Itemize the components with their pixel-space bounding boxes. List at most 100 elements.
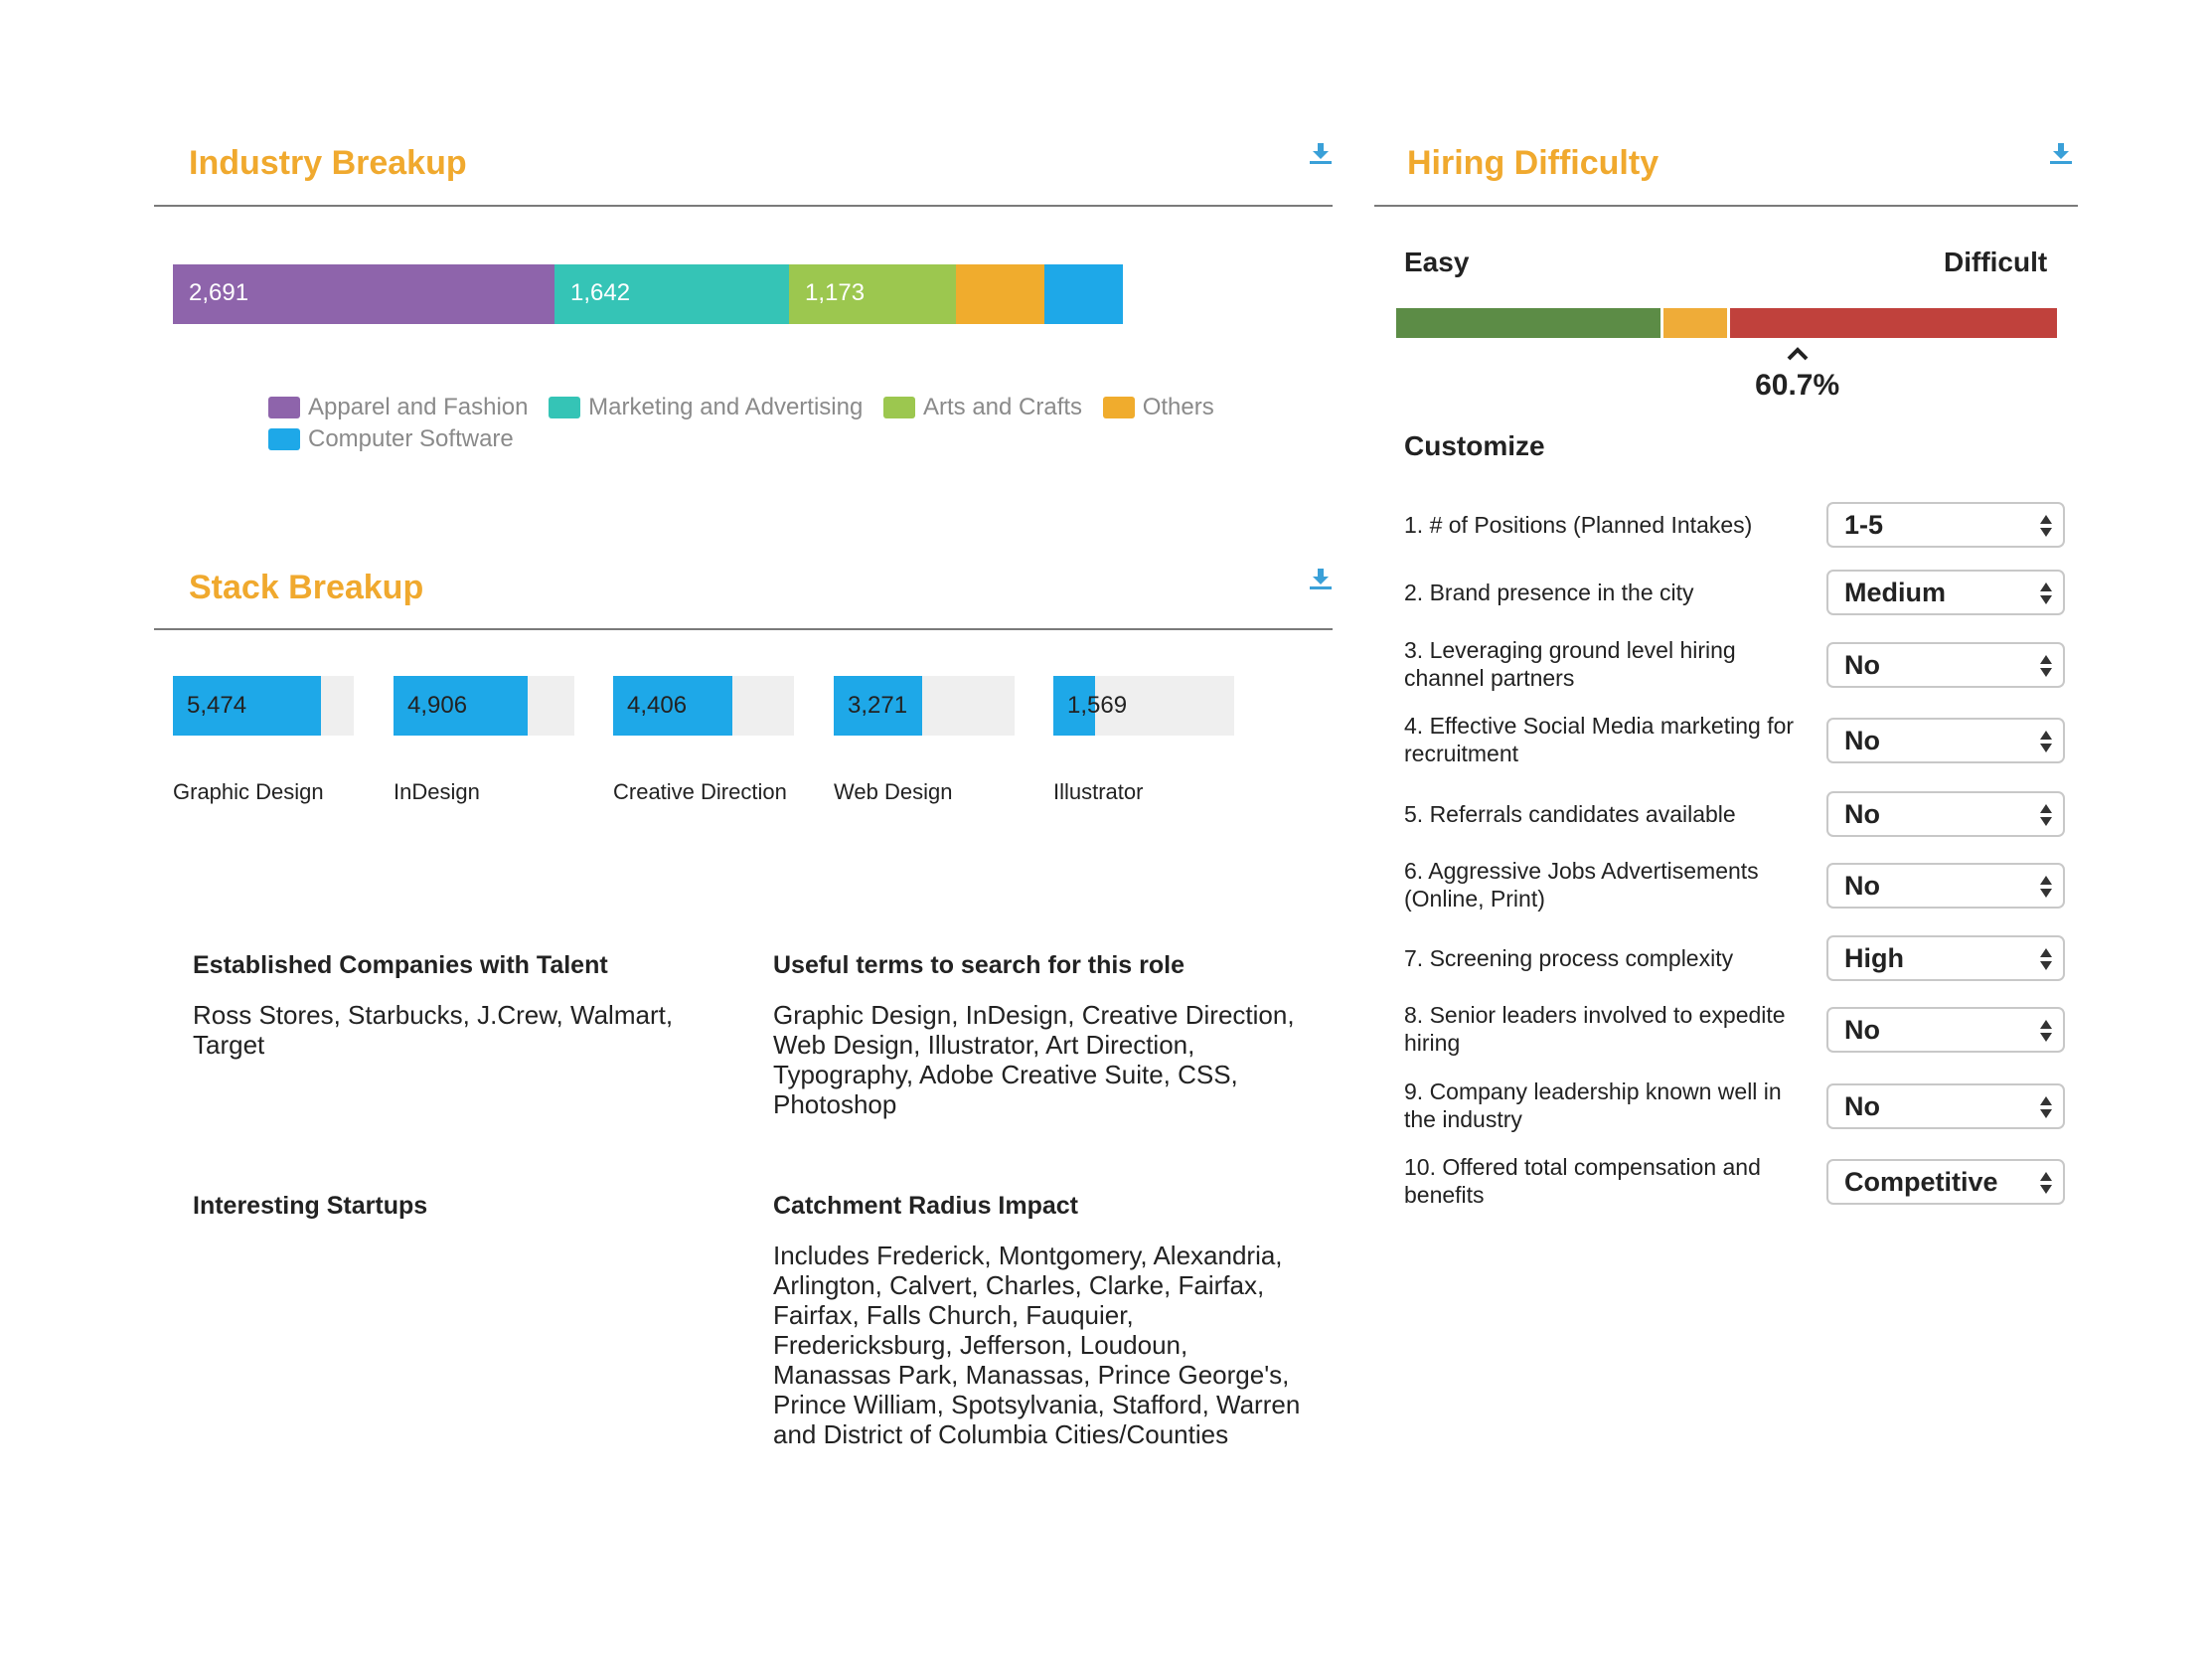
question-label: 3. Leveraging ground level hiring channe…: [1404, 637, 1736, 691]
catchment-radius-title: Catchment Radius Impact: [773, 1192, 1079, 1220]
select-arrows-icon: [2040, 731, 2052, 752]
question-label: 8. Senior leaders involved to expedite h…: [1404, 1002, 1786, 1056]
catchment-radius-text: Includes Frederick, Montgomery, Alexandr…: [773, 1241, 1301, 1449]
industry-breakup-title: Industry Breakup: [189, 144, 467, 182]
stack-breakup-title: Stack Breakup: [189, 569, 424, 606]
select-value: High: [1844, 943, 1904, 973]
industry-divider: [154, 205, 1333, 207]
question-label: 6. Aggressive Jobs Advertisements (Onlin…: [1404, 858, 1759, 912]
hiring-download-button[interactable]: [2050, 141, 2072, 170]
industry-segment-arts[interactable]: 1,173: [789, 264, 956, 324]
difficulty-scale-medium: [1663, 308, 1727, 338]
industry-segment-marketing[interactable]: 1,642: [554, 264, 789, 324]
established-companies-text: Ross Stores, Starbucks, J.Crew, Walmart,…: [193, 1000, 674, 1060]
stack-download-button[interactable]: [1310, 567, 1332, 595]
select-arrows-icon: [2040, 876, 2052, 898]
legend-item-marketing[interactable]: Marketing and Advertising: [549, 394, 863, 421]
stack-bar-value: 4,906: [407, 692, 468, 719]
stack-item: 5,474 Graphic Design: [173, 676, 354, 805]
select-value: 1-5: [1844, 510, 1884, 540]
legend-swatch: [549, 397, 581, 418]
difficulty-scale: [1396, 308, 2057, 338]
download-icon: [1310, 143, 1332, 164]
brand-presence-select[interactable]: Medium: [1826, 570, 2065, 615]
legend-item-software[interactable]: Computer Software: [268, 425, 514, 453]
job-ads-select[interactable]: No: [1826, 863, 2065, 909]
stack-bar-value: 4,406: [627, 692, 688, 719]
screening-complexity-select[interactable]: High: [1826, 935, 2065, 981]
select-arrows-icon: [2040, 948, 2052, 970]
difficulty-scale-easy: [1396, 308, 1660, 338]
question-label: 7. Screening process complexity: [1404, 945, 1734, 971]
select-value: No: [1844, 1015, 1880, 1045]
stack-bar[interactable]: 1,569: [1053, 676, 1234, 736]
legend-label: Arts and Crafts: [922, 394, 1083, 420]
stack-bar-label: InDesign: [394, 779, 480, 804]
stack-divider: [154, 628, 1333, 630]
stack-bar[interactable]: 4,406: [613, 676, 794, 736]
question-label: 4. Effective Social Media marketing for …: [1404, 713, 1795, 766]
stack-bar[interactable]: 4,906: [394, 676, 574, 736]
industry-segment-software[interactable]: [1044, 264, 1123, 324]
difficulty-percent: 60.7%: [1755, 369, 1840, 402]
stack-item: 4,406 Creative Direction: [613, 676, 794, 805]
stack-item: 4,906 InDesign: [394, 676, 574, 805]
select-arrows-icon: [2040, 804, 2052, 826]
stack-bar[interactable]: 3,271: [834, 676, 1015, 736]
legend-label: Apparel and Fashion: [308, 394, 529, 420]
legend-item-arts[interactable]: Arts and Crafts: [882, 394, 1083, 421]
stack-item: 3,271 Web Design: [834, 676, 1015, 805]
hiring-difficulty-title: Hiring Difficulty: [1407, 144, 1659, 182]
hiring-divider: [1374, 205, 2078, 207]
useful-terms-text: Graphic Design, InDesign, Creative Direc…: [773, 1000, 1295, 1119]
referrals-select[interactable]: No: [1826, 791, 2065, 837]
legend-swatch: [268, 428, 300, 450]
download-icon: [2050, 143, 2072, 164]
social-media-select[interactable]: No: [1826, 718, 2065, 763]
select-arrows-icon: [2040, 1020, 2052, 1042]
legend-label: Marketing and Advertising: [588, 394, 864, 420]
select-value: No: [1844, 726, 1880, 755]
select-value: Medium: [1844, 578, 1947, 607]
question-label: 9. Company leadership known well in the …: [1404, 1078, 1782, 1132]
stack-bar-value: 3,271: [848, 692, 908, 719]
stack-bar-label: Creative Direction: [613, 779, 787, 804]
company-leadership-select[interactable]: No: [1826, 1083, 2065, 1129]
stack-item: 1,569 Illustrator: [1053, 676, 1234, 805]
select-arrows-icon: [2040, 582, 2052, 604]
difficulty-scale-hard: [1730, 308, 2057, 338]
stack-bar-value: 5,474: [187, 692, 247, 719]
select-arrows-icon: [2040, 655, 2052, 677]
industry-segment-apparel[interactable]: 2,691: [173, 264, 554, 324]
channel-partners-select[interactable]: No: [1826, 642, 2065, 688]
select-value: No: [1844, 871, 1880, 901]
select-arrows-icon: [2040, 515, 2052, 537]
question-label: 1. # of Positions (Planned Intakes): [1404, 512, 1753, 538]
legend-label: Others: [1142, 394, 1214, 420]
stack-bar[interactable]: 5,474: [173, 676, 354, 736]
download-icon: [1310, 569, 1332, 589]
industry-download-button[interactable]: [1310, 141, 1332, 170]
interesting-startups-title: Interesting Startups: [193, 1192, 428, 1220]
customize-title: Customize: [1404, 430, 1545, 461]
stack-bar-label: Illustrator: [1053, 779, 1144, 804]
legend-swatch: [882, 397, 915, 418]
useful-terms-title: Useful terms to search for this role: [773, 951, 1185, 979]
legend-item-apparel[interactable]: Apparel and Fashion: [268, 394, 528, 421]
select-value: No: [1844, 650, 1880, 680]
senior-leaders-select[interactable]: No: [1826, 1007, 2065, 1053]
legend-item-others[interactable]: Others: [1102, 394, 1214, 421]
legend-label: Computer Software: [308, 425, 514, 452]
stack-bar-label: Web Design: [834, 779, 953, 804]
difficulty-marker: 60.7%: [1738, 346, 1857, 403]
established-companies-title: Established Companies with Talent: [193, 951, 608, 979]
question-label: 2. Brand presence in the city: [1404, 580, 1694, 605]
positions-select[interactable]: 1-5: [1826, 502, 2065, 548]
industry-segment-others[interactable]: [956, 264, 1044, 324]
stack-bar-label: Graphic Design: [173, 779, 324, 804]
legend-swatch: [268, 397, 300, 418]
select-value: No: [1844, 1091, 1880, 1121]
stack-bar-value: 1,569: [1067, 692, 1128, 719]
compensation-select[interactable]: Competitive: [1826, 1159, 2065, 1205]
select-value: Competitive: [1844, 1167, 1998, 1197]
